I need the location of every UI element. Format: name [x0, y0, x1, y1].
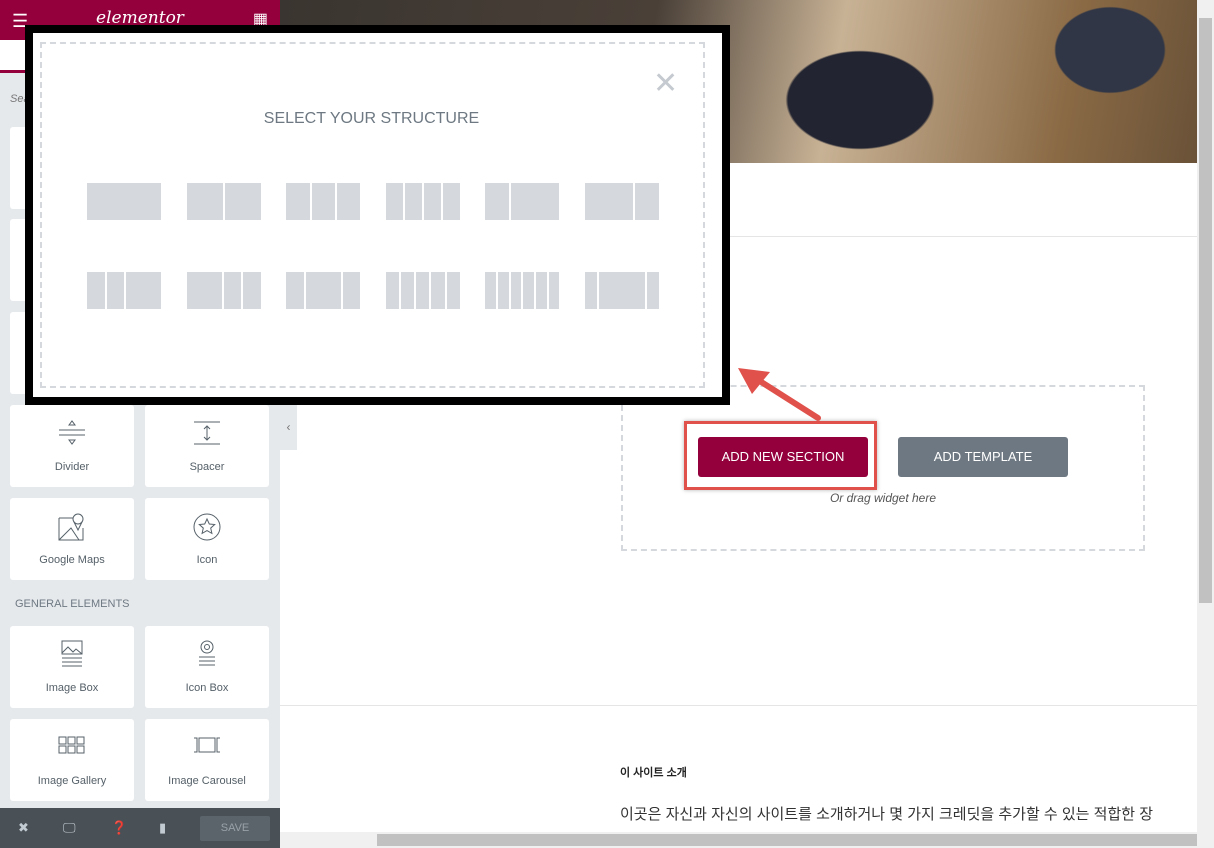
folder-icon[interactable]: ▮: [159, 820, 166, 836]
structure-column: [305, 272, 341, 309]
spacer-icon: [194, 421, 220, 445]
save-button[interactable]: SAVE: [200, 816, 270, 841]
structure-preset[interactable]: [186, 183, 261, 220]
structure-column: [106, 272, 124, 309]
structure-column: [442, 183, 460, 220]
structure-preset[interactable]: [87, 272, 161, 309]
widget-image-gallery[interactable]: Image Gallery: [10, 719, 134, 801]
structure-column: [186, 272, 222, 309]
structure-column: [385, 183, 403, 220]
panel-footer: ✖ 🖵 ❓ ▮ SAVE: [0, 808, 280, 848]
add-template-button[interactable]: ADD TEMPLATE: [898, 437, 1068, 477]
widget-icon-box[interactable]: Icon Box: [145, 626, 269, 708]
structure-column: [511, 183, 560, 220]
close-icon[interactable]: ✕: [653, 69, 678, 99]
image-carousel-icon: [194, 737, 220, 753]
structure-column: [498, 272, 509, 309]
widget-google-maps[interactable]: Google Maps: [10, 498, 134, 580]
structure-column: [548, 272, 560, 309]
structure-column: [404, 183, 422, 220]
widget-icon[interactable]: Icon: [145, 498, 269, 580]
structure-column: [224, 183, 261, 220]
structure-preset[interactable]: [286, 183, 361, 220]
widget-divider[interactable]: Divider: [10, 405, 134, 487]
structure-column: [336, 183, 361, 220]
horizontal-scroll-thumb[interactable]: [377, 834, 1197, 846]
divider: [280, 705, 1197, 706]
widget-spacer[interactable]: Spacer: [145, 405, 269, 487]
structure-column: [635, 183, 659, 220]
structure-column: [485, 272, 497, 309]
drag-hint: Or drag widget here: [829, 491, 937, 505]
category-heading: GENERAL ELEMENTS: [15, 598, 130, 610]
structure-column: [585, 183, 633, 220]
structure-column: [385, 272, 399, 309]
structure-column: [286, 183, 310, 220]
image-box-icon: [61, 640, 83, 667]
structure-preset[interactable]: [385, 272, 460, 309]
modal-title: SELECT YOUR STRUCTURE: [263, 110, 480, 127]
structure-column: [523, 272, 535, 309]
structure-column: [87, 183, 161, 220]
add-new-section-button[interactable]: ADD NEW SECTION: [698, 437, 868, 477]
structure-column: [423, 183, 441, 220]
structure-column: [311, 183, 335, 220]
structure-column: [598, 272, 646, 309]
structure-column: [485, 183, 510, 220]
collapse-panel-toggle[interactable]: ‹: [280, 405, 297, 450]
structure-column: [647, 272, 660, 309]
structure-preset[interactable]: [385, 183, 460, 220]
structure-preset[interactable]: [485, 272, 560, 309]
structure-preset[interactable]: [186, 272, 261, 309]
google-maps-icon: [58, 513, 84, 541]
select-structure-modal: SELECT YOUR STRUCTURE ✕: [25, 25, 730, 405]
divider-icon: [59, 420, 85, 445]
star-icon: [193, 513, 221, 541]
structure-preset[interactable]: [87, 183, 161, 220]
icon-box-icon: [199, 640, 215, 666]
structure-column: [87, 272, 105, 309]
structure-preset[interactable]: [585, 272, 660, 309]
arrow-annotation-icon: [738, 368, 821, 421]
structure-column: [342, 272, 361, 309]
structure-column: [446, 272, 460, 309]
structure-column: [243, 272, 261, 309]
structure-column: [401, 272, 415, 309]
structure-column: [585, 272, 597, 309]
structure-column: [223, 272, 242, 309]
vertical-scroll-thumb[interactable]: [1199, 18, 1212, 603]
structure-preset[interactable]: [286, 272, 361, 309]
structure-column: [431, 272, 445, 309]
structure-column: [286, 272, 304, 309]
help-icon[interactable]: ❓: [111, 820, 127, 836]
structure-column: [126, 272, 161, 309]
structure-column: [510, 272, 522, 309]
structure-column: [536, 272, 547, 309]
image-gallery-icon: [58, 736, 85, 754]
about-heading: 이 사이트 소개: [620, 767, 687, 779]
about-text: 이곳은 자신과 자신의 사이트를 소개하거나 몇 가지 크레딧을 추가할 수 있…: [620, 806, 1154, 823]
close-icon[interactable]: ✖: [18, 820, 29, 836]
structure-column: [186, 183, 223, 220]
structure-preset[interactable]: [585, 183, 659, 220]
widget-image-carousel[interactable]: Image Carousel: [145, 719, 269, 801]
structure-column: [416, 272, 430, 309]
responsive-mode-icon[interactable]: 🖵: [63, 820, 76, 836]
structure-preset[interactable]: [485, 183, 560, 220]
widget-image-box[interactable]: Image Box: [10, 626, 134, 708]
